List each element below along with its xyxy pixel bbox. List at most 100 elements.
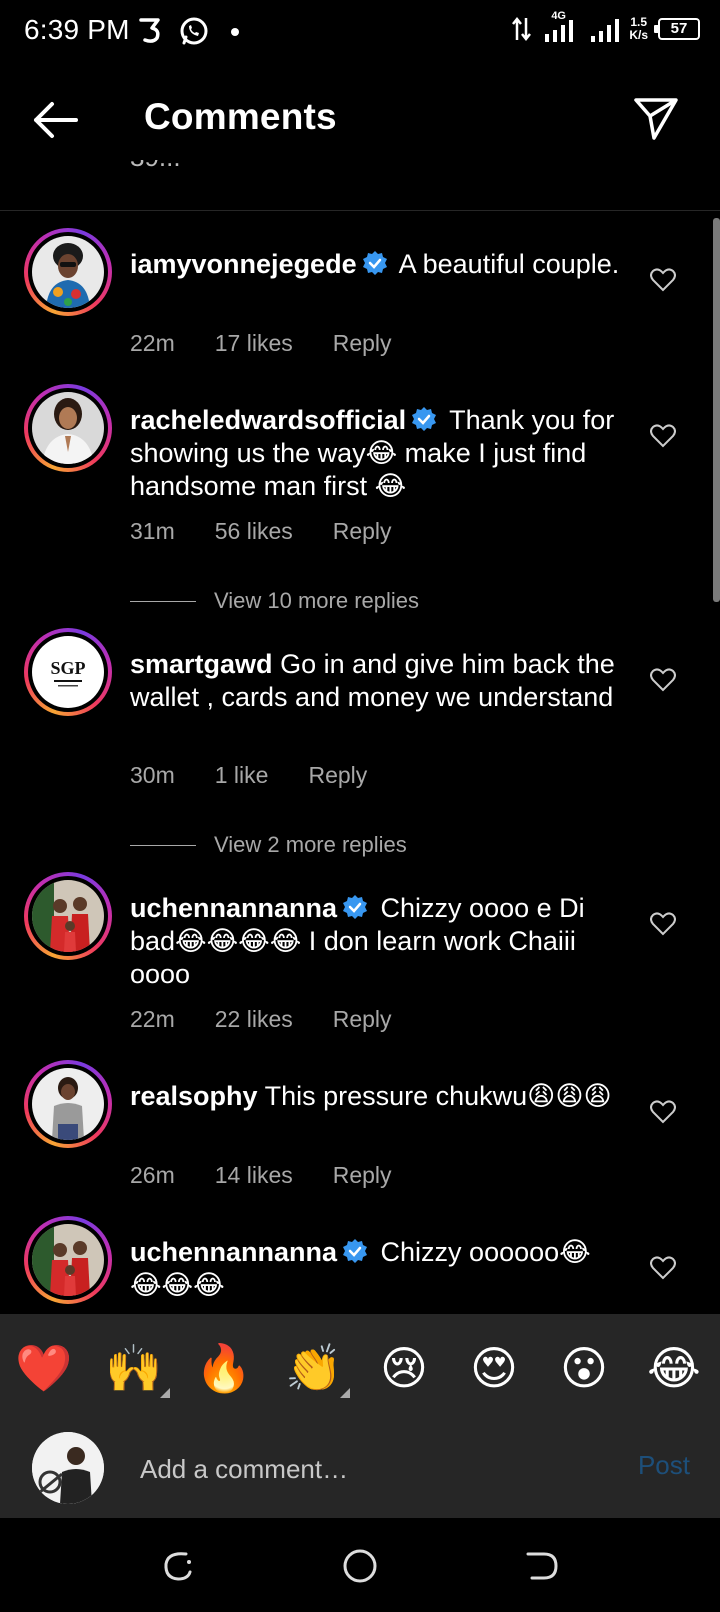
post-button[interactable]: Post (638, 1450, 690, 1481)
notification-dot-icon (231, 28, 239, 36)
comment-text: uchennannanna Chizzy oooo e Di bad😂😂😂😂 I… (130, 892, 620, 991)
comment-meta: 22m 22 likes Reply (130, 1006, 392, 1033)
view-more-label: View 10 more replies (214, 588, 420, 613)
comment-time: 22m (130, 330, 175, 356)
comment-text: uchennannanna Chizzy oooooo😂😂😂😂 (130, 1236, 620, 1302)
verified-badge-icon (362, 251, 387, 275)
view-more-replies[interactable]: View 2 more replies (130, 832, 407, 858)
comment-meta: 30m 1 like Reply (130, 762, 367, 789)
comment-text: racheledwardsofficial Thank you for show… (130, 404, 620, 503)
like-heart-icon[interactable] (650, 268, 676, 292)
like-heart-icon[interactable] (650, 1256, 676, 1280)
verified-badge-icon (343, 895, 368, 919)
comment-username[interactable]: racheledwardsofficial (130, 405, 406, 435)
back-arrow-icon[interactable] (30, 98, 80, 142)
data-transfer-icon (512, 16, 532, 42)
view-more-line (130, 844, 196, 846)
like-heart-icon[interactable] (650, 424, 676, 448)
share-direct-icon[interactable] (632, 94, 680, 142)
truncated-caption: 39... (130, 160, 250, 180)
emoji-crying-face[interactable]: 😢 (374, 1338, 434, 1398)
scrollbar[interactable] (713, 218, 720, 602)
status-time: 6:39 PM (24, 14, 130, 45)
status-right-group: 4G 1.5 K/s 57 (511, 10, 700, 44)
svg-text:SGP: SGP (50, 658, 85, 678)
emoji-raising-hands[interactable]: 🙌 (104, 1338, 164, 1398)
avatar-image (32, 236, 104, 308)
avatar[interactable] (24, 1216, 112, 1304)
comment-meta: 26m 14 likes Reply (130, 1162, 392, 1189)
emoji-clapping-hands[interactable]: 👏 (284, 1338, 344, 1398)
comment-message: This pressure chukwu😩😩😩 (264, 1081, 612, 1111)
reply-button[interactable]: Reply (333, 330, 392, 357)
comment-time: 26m (130, 1162, 175, 1188)
status-bar: 6:39 PM 4G 1.5 K/s 57 (0, 0, 720, 66)
avatar[interactable] (24, 384, 112, 472)
emoji-fire[interactable]: 🔥 (194, 1338, 254, 1398)
comment-time: 31m (130, 518, 175, 544)
avatar-image (32, 1224, 104, 1296)
emoji-quick-bar: ❤️ 🙌 🔥 👏 😢 😍 😮 😂 (0, 1314, 720, 1426)
comment-composer: Post (0, 1426, 720, 1518)
speed-unit: K/s (629, 28, 648, 42)
avatar-image: SGP (32, 636, 104, 708)
comment-username[interactable]: uchennannanna (130, 893, 337, 923)
verified-badge-icon (412, 407, 437, 431)
reply-button[interactable]: Reply (333, 518, 392, 545)
notification-app-icon (139, 18, 160, 43)
comment-username[interactable]: uchennannanna (130, 1237, 337, 1267)
comment-username[interactable]: realsophy (130, 1081, 258, 1111)
comment-input[interactable] (140, 1444, 580, 1494)
skin-tone-indicator-icon (340, 1388, 350, 1398)
whatsapp-icon (180, 17, 208, 45)
comment-message: A beautiful couple. (398, 249, 620, 279)
current-user-avatar (32, 1432, 104, 1504)
avatar[interactable] (24, 1060, 112, 1148)
recent-apps-icon[interactable] (160, 1548, 196, 1584)
skin-tone-indicator-icon (160, 1388, 170, 1398)
emoji-red-heart[interactable]: ❤️ (14, 1338, 74, 1398)
comment-likes[interactable]: 17 likes (215, 330, 293, 357)
view-more-replies[interactable]: View 10 more replies (130, 588, 419, 614)
verified-badge-icon (343, 1239, 368, 1263)
comment-likes[interactable]: 56 likes (215, 518, 293, 545)
comment-likes[interactable]: 1 like (215, 762, 269, 789)
avatar-image (32, 1068, 104, 1140)
like-heart-icon[interactable] (650, 912, 676, 936)
avatar-image (32, 392, 104, 464)
comment-time: 22m (130, 1006, 175, 1032)
emoji-surprised-face[interactable]: 😮 (554, 1338, 614, 1398)
home-icon[interactable] (342, 1548, 378, 1584)
emoji-tears-of-joy[interactable]: 😂 (644, 1338, 704, 1398)
avatar-image (32, 880, 104, 952)
header: Comments (0, 66, 720, 176)
signal-4g-icon: 4G (543, 10, 579, 44)
avatar[interactable] (24, 228, 112, 316)
reply-button[interactable]: Reply (308, 762, 367, 789)
comment-time: 30m (130, 762, 175, 788)
comment-text: realsophy This pressure chukwu😩😩😩 (130, 1080, 620, 1113)
comment-likes[interactable]: 22 likes (215, 1006, 293, 1033)
battery-icon: 57 (654, 18, 700, 40)
reply-button[interactable]: Reply (333, 1162, 392, 1189)
back-nav-icon[interactable] (524, 1548, 560, 1584)
comment-text: iamyvonnejegede A beautiful couple. (130, 248, 620, 281)
comment-meta: 22m 17 likes Reply (130, 330, 392, 357)
signal-bars-icon (591, 19, 620, 42)
like-heart-icon[interactable] (650, 1100, 676, 1124)
system-nav-bar (0, 1518, 720, 1612)
reply-button[interactable]: Reply (333, 1006, 392, 1033)
comment-likes[interactable]: 14 likes (215, 1162, 293, 1189)
network-speed: 1.5 K/s (629, 16, 648, 42)
avatar[interactable]: SGP (24, 628, 112, 716)
view-more-label: View 2 more replies (214, 832, 407, 857)
comment-username[interactable]: iamyvonnejegede (130, 249, 357, 279)
like-heart-icon[interactable] (650, 668, 676, 692)
comment-text: smartgawd Go in and give him back the wa… (130, 648, 620, 714)
truncated-caption-text: 39... (130, 160, 181, 173)
comment-list[interactable]: iamyvonnejegede A beautiful couple. 22m … (0, 210, 720, 1314)
comment-username[interactable]: smartgawd (130, 649, 273, 679)
emoji-heart-eyes[interactable]: 😍 (464, 1338, 524, 1398)
comment-meta: 31m 56 likes Reply (130, 518, 392, 545)
avatar[interactable] (24, 872, 112, 960)
